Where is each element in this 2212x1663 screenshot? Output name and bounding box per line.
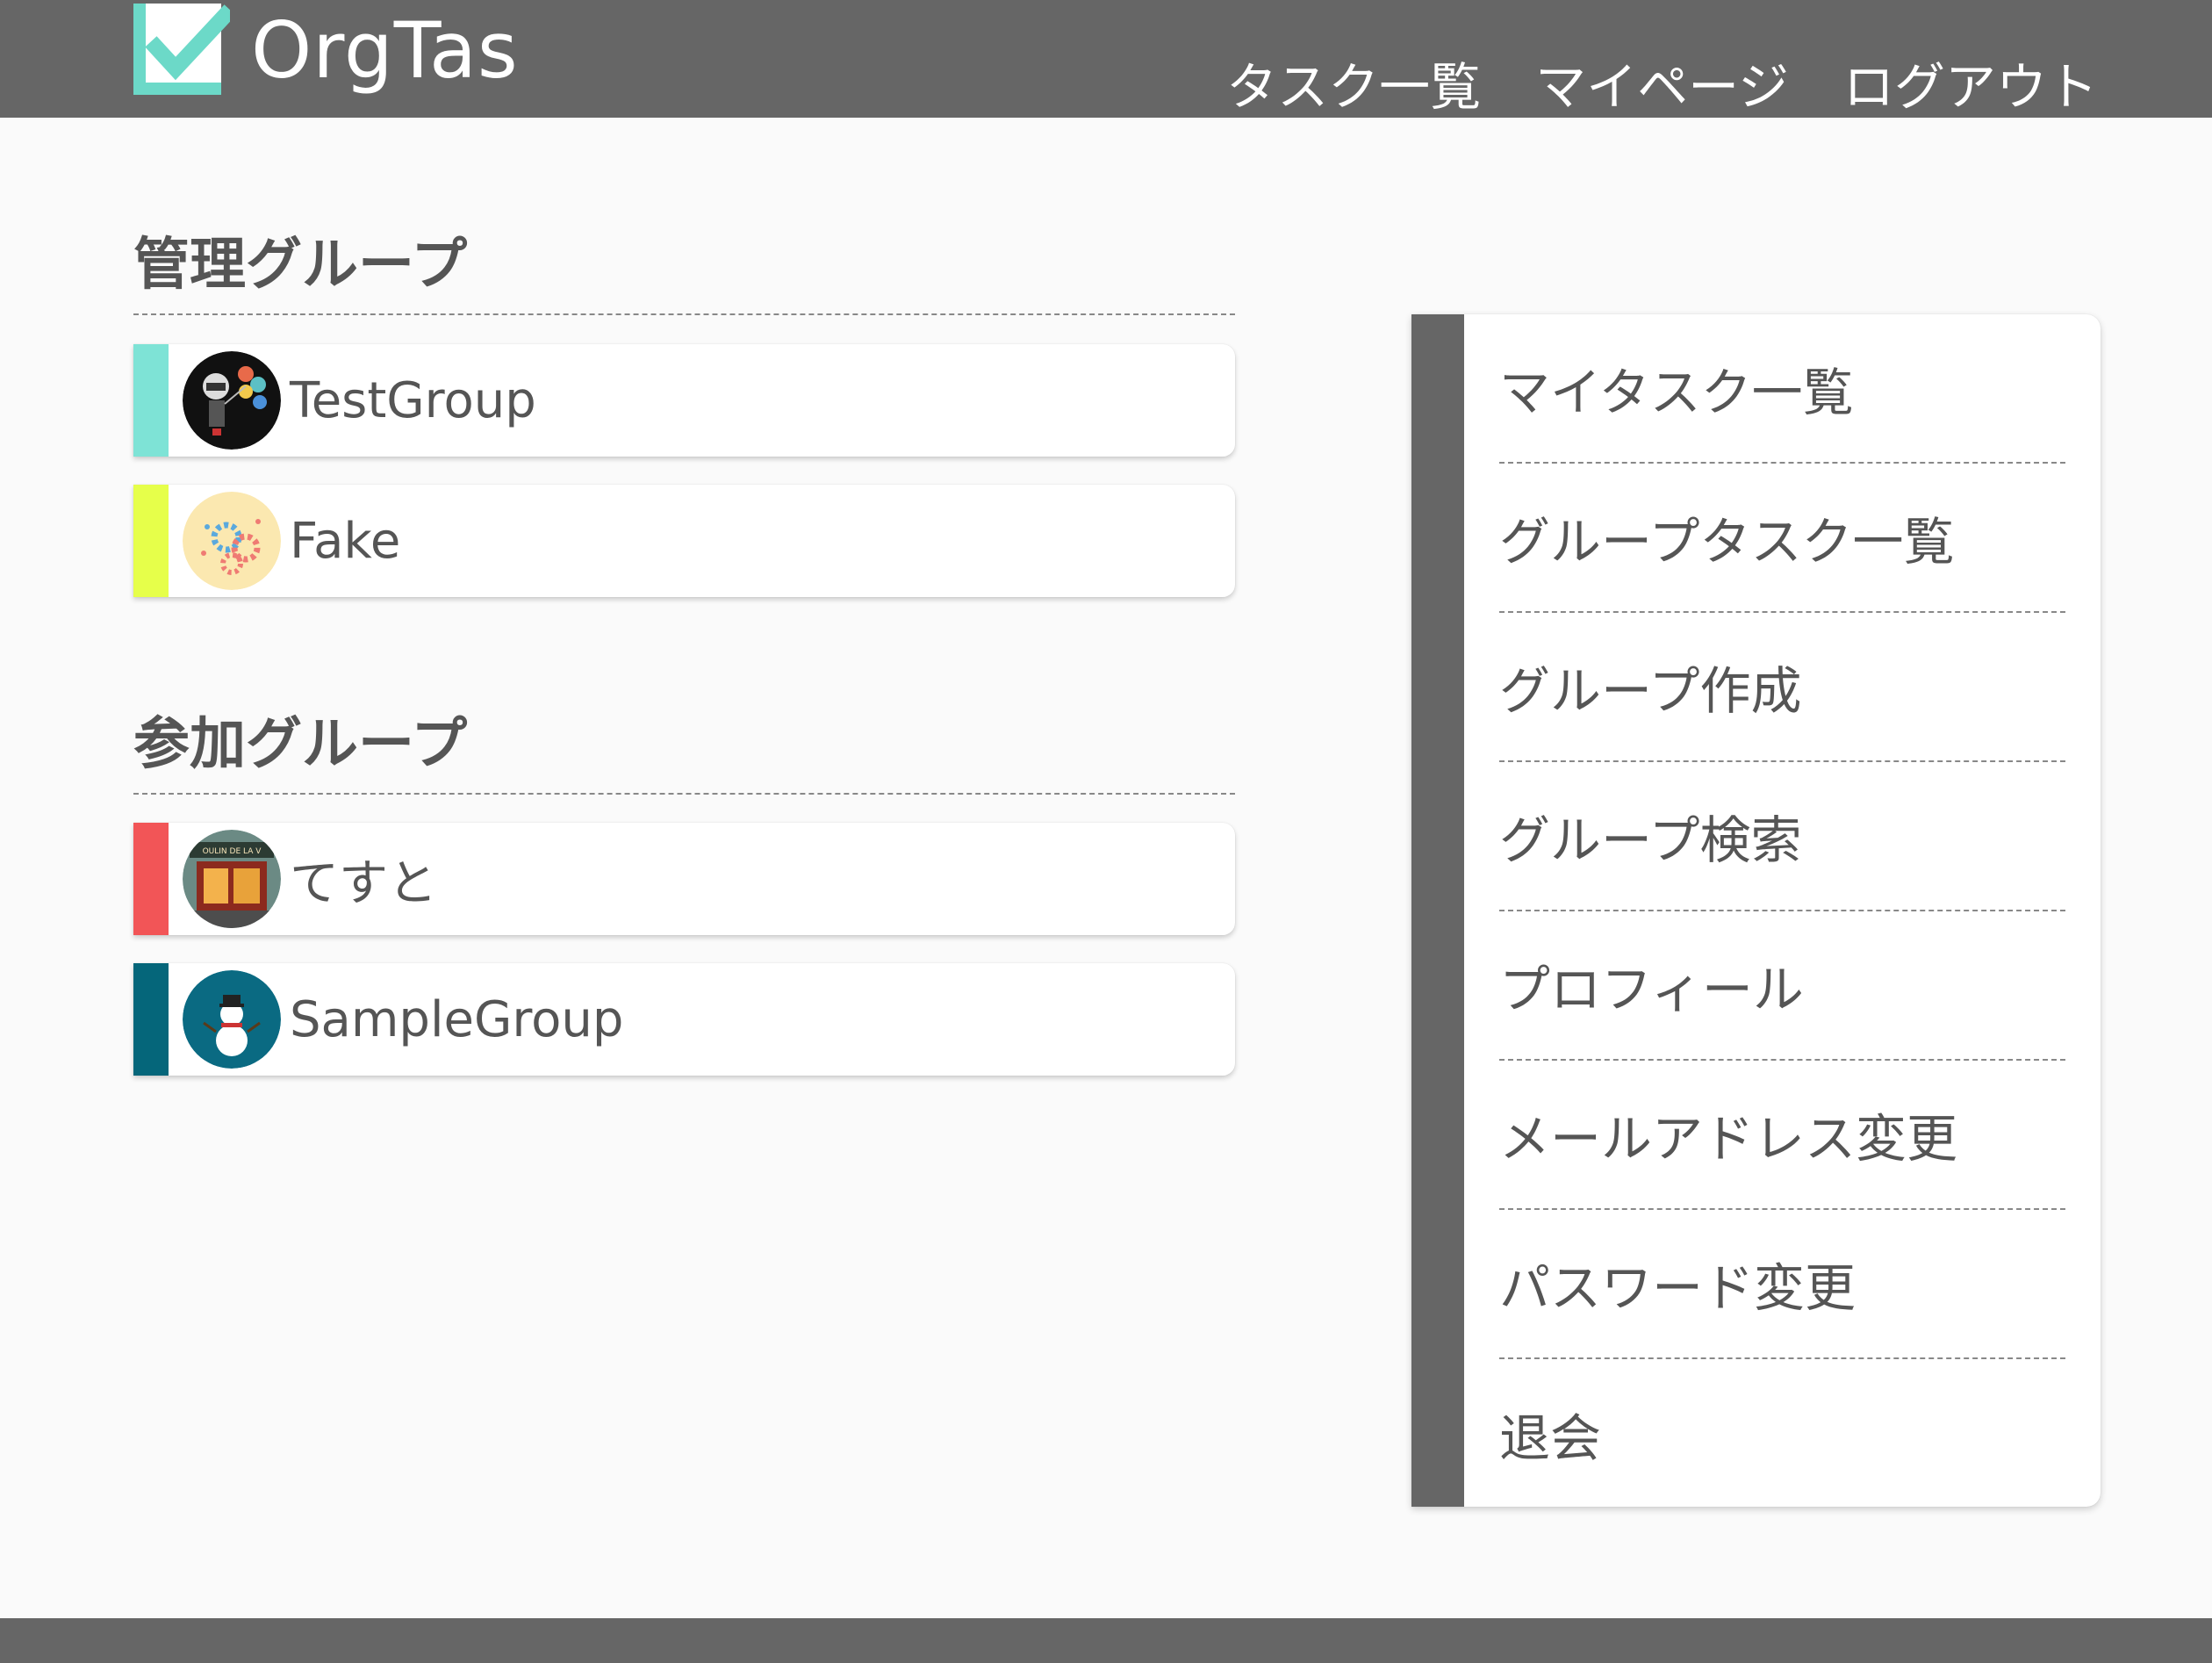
nav-mypage[interactable]: マイページ [1535, 46, 1789, 119]
menu-create-group[interactable]: グループ作成 [1499, 613, 2065, 762]
checkbox-logo-icon [133, 4, 236, 97]
group-card-tesuto[interactable]: OULIN DE LA V てすと [133, 823, 1235, 935]
logo-text: OrgTas [251, 4, 519, 96]
side-menu: マイタスク一覧 グループタスク一覧 グループ作成 グループ検索 プロフィール メ… [1411, 314, 2101, 1507]
storefront-photo: OULIN DE LA V [183, 830, 281, 928]
menu-group-tasks[interactable]: グループタスク一覧 [1499, 464, 2065, 613]
top-nav: タスク一覧 マイページ ログアウト [1226, 46, 2098, 119]
group-name: てすと [290, 854, 437, 912]
group-color-stripe [133, 485, 169, 597]
snowman-icon [183, 970, 281, 1069]
group-card-testgroup[interactable]: TestGroup [133, 344, 1235, 457]
divider [133, 313, 1235, 315]
top-header: OrgTas タスク一覧 マイページ ログアウト [0, 0, 2212, 118]
svg-text:OULIN DE LA V: OULIN DE LA V [203, 847, 262, 856]
group-color-stripe [133, 823, 169, 935]
joined-groups-title: 参加グループ [133, 712, 468, 777]
logo[interactable]: OrgTas [133, 4, 519, 97]
group-name: TestGroup [290, 371, 536, 429]
nav-logout[interactable]: ログアウト [1843, 46, 2098, 119]
menu-withdraw[interactable]: 退会 [1499, 1359, 2065, 1508]
robot-balloons-icon [183, 351, 281, 450]
menu-profile[interactable]: プロフィール [1499, 911, 2065, 1061]
group-color-stripe [133, 344, 169, 457]
group-color-stripe [133, 963, 169, 1076]
menu-change-email[interactable]: メールアドレス変更 [1499, 1061, 2065, 1210]
group-card-fake[interactable]: Fake [133, 485, 1235, 597]
gears-icon [183, 492, 281, 590]
group-card-samplegroup[interactable]: SampleGroup [133, 963, 1235, 1076]
menu-my-tasks[interactable]: マイタスク一覧 [1499, 314, 2065, 464]
side-menu-list: マイタスク一覧 グループタスク一覧 グループ作成 グループ検索 プロフィール メ… [1499, 314, 2065, 1508]
footer-bar [0, 1618, 2212, 1663]
nav-task-list[interactable]: タスク一覧 [1226, 46, 1481, 119]
group-name: SampleGroup [290, 990, 624, 1048]
managed-groups-title: 管理グループ [133, 233, 468, 298]
divider [133, 793, 1235, 795]
menu-change-password[interactable]: パスワード変更 [1499, 1210, 2065, 1359]
group-name: Fake [290, 512, 401, 570]
menu-search-group[interactable]: グループ検索 [1499, 762, 2065, 911]
side-menu-bar [1411, 314, 1464, 1507]
